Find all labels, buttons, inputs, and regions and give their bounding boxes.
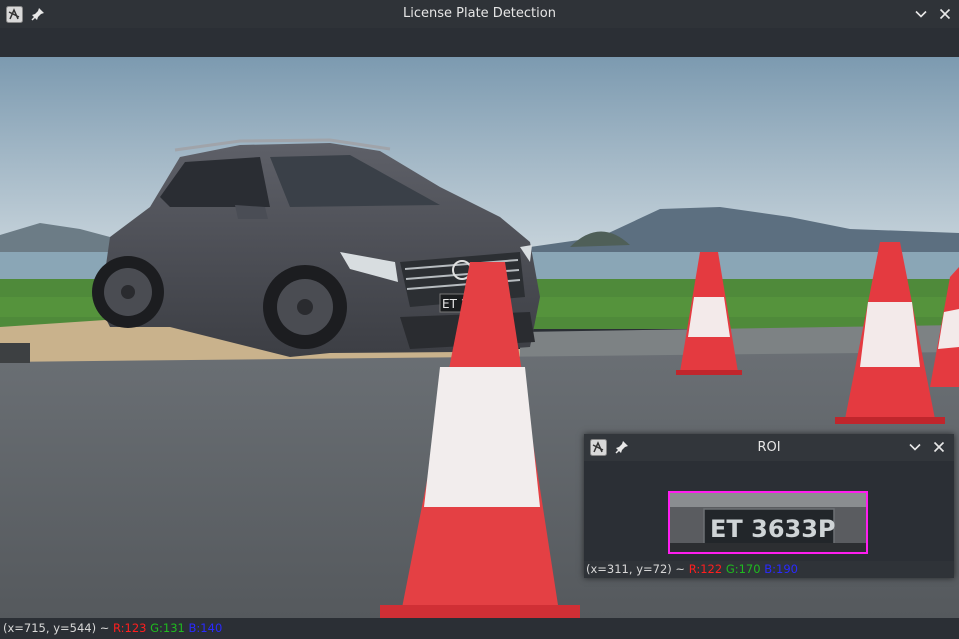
minimize-chevron-icon[interactable] xyxy=(905,437,925,457)
roi-cursor-coords: (x=311, y=72) ~ xyxy=(586,562,689,576)
window-title: License Plate Detection xyxy=(403,6,556,21)
pixel-g-value: G:131 xyxy=(150,621,185,635)
main-titlebar[interactable]: License Plate Detection xyxy=(0,0,959,28)
pixel-r-value: R:123 xyxy=(113,621,147,635)
toolbar-area xyxy=(0,28,959,57)
roi-window-title: ROI xyxy=(757,440,781,455)
cursor-coords: (x=715, y=544) ~ xyxy=(3,621,114,635)
roi-titlebar[interactable]: ROI xyxy=(584,434,954,461)
main-status-bar: (x=715, y=544) ~ R:123 G:131 B:140 xyxy=(0,618,959,639)
pixel-b-value: B:140 xyxy=(188,621,223,635)
roi-pixel-r-value: R:122 xyxy=(688,562,723,576)
close-icon[interactable] xyxy=(929,437,949,457)
roi-status-bar: (x=311, y=72) ~ R:122 G:170 B:190 xyxy=(584,561,956,578)
roi-plate-text: ET 3633P xyxy=(710,515,836,543)
close-icon[interactable] xyxy=(935,4,955,24)
roi-pixel-b-value: B:190 xyxy=(764,562,798,576)
roi-window[interactable]: ROI ET 3633P (x=311, y=72) ~ R:122 G:170… xyxy=(584,434,954,578)
minimize-chevron-icon[interactable] xyxy=(911,4,931,24)
roi-canvas[interactable]: ET 3633P xyxy=(584,461,954,561)
plate-highlight: ET 3633P xyxy=(668,491,868,554)
roi-pixel-g-value: G:170 xyxy=(725,562,761,576)
